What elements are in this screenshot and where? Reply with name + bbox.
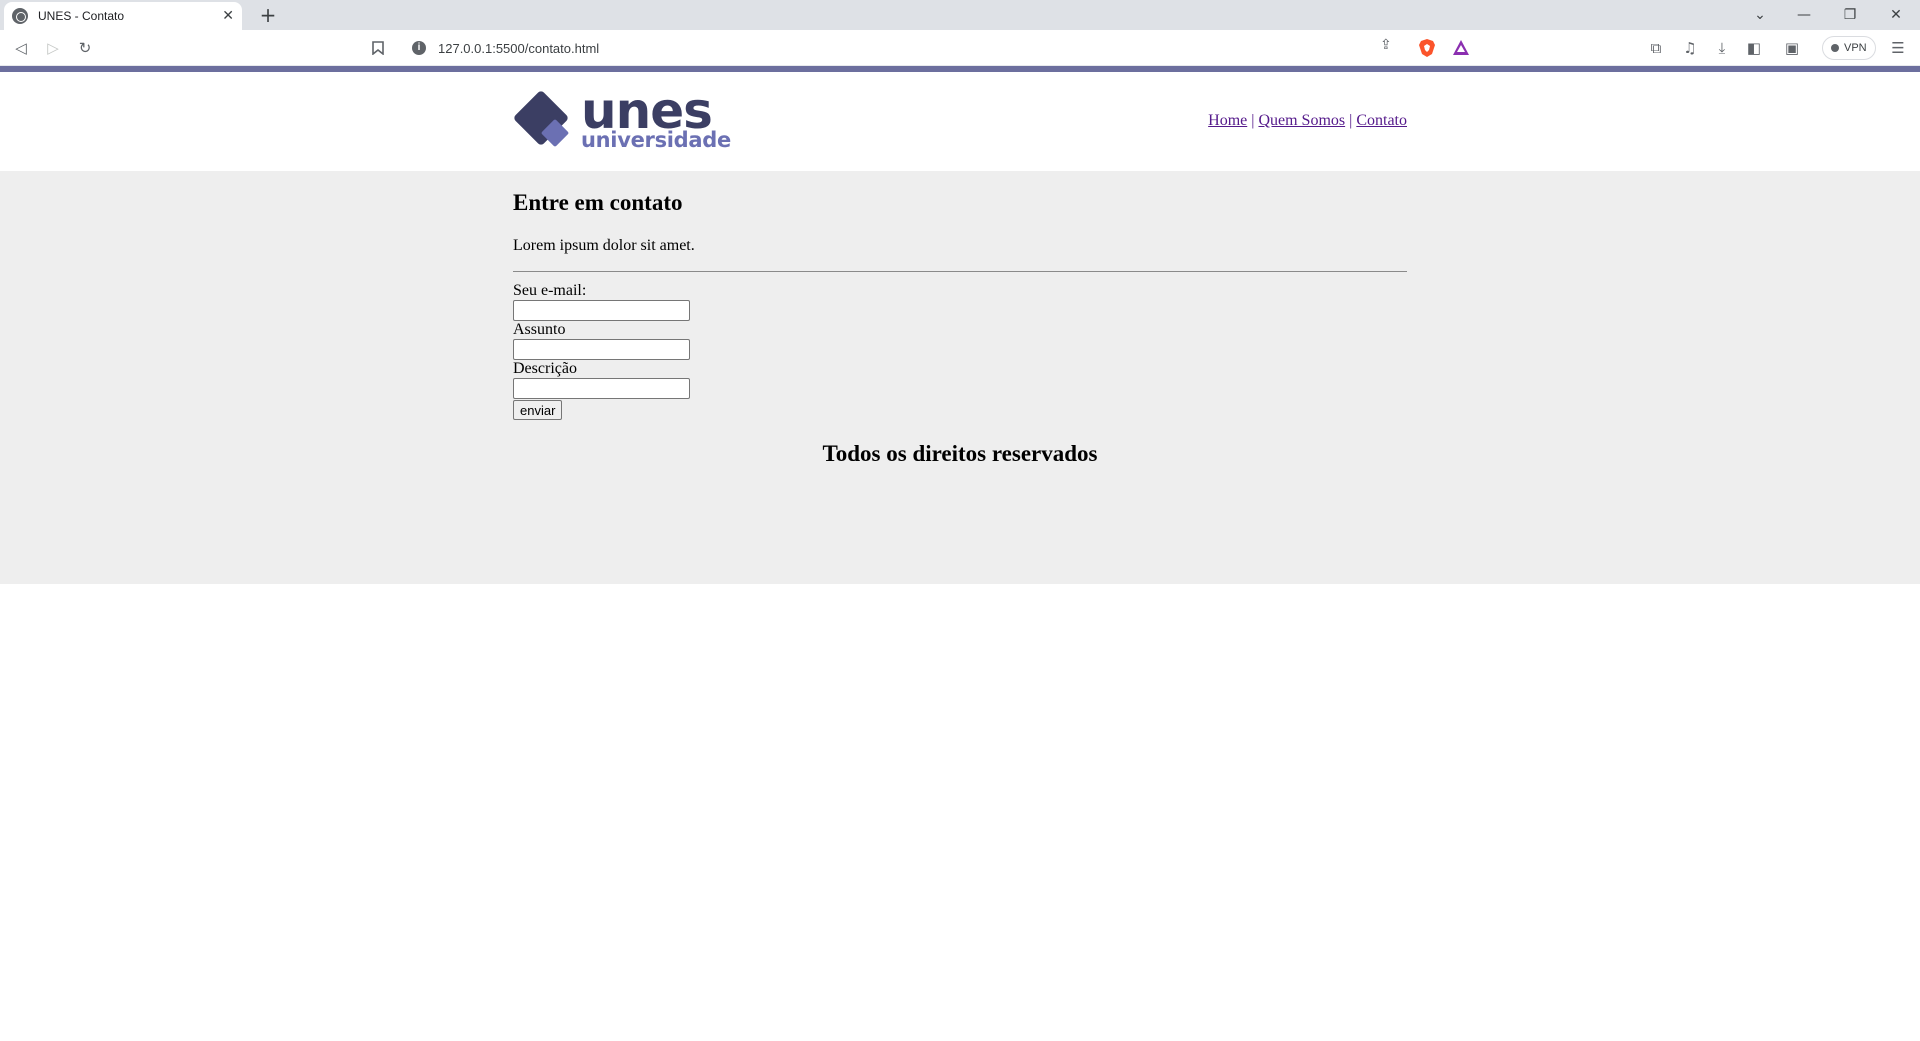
brave-rewards-icon[interactable] xyxy=(1452,39,1470,57)
globe-icon xyxy=(12,8,28,24)
email-label: Seu e-mail: xyxy=(513,282,587,299)
contact-form: Seu e-mail: Assunto Descrição enviar xyxy=(513,282,813,420)
close-icon[interactable]: ✕ xyxy=(222,8,234,24)
description-label: Descrição xyxy=(513,360,577,377)
browser-tab-active[interactable]: UNES - Contato ✕ xyxy=(4,2,242,30)
music-icon[interactable]: ♫ xyxy=(1678,36,1702,60)
back-button[interactable]: ◁ xyxy=(9,36,33,60)
nav-separator: | xyxy=(1349,112,1353,129)
tab-search-icon[interactable]: ⌄ xyxy=(1740,0,1780,30)
minimize-button[interactable]: — xyxy=(1784,0,1824,30)
email-field[interactable] xyxy=(513,300,690,321)
subject-field[interactable] xyxy=(513,339,690,360)
nav-separator: | xyxy=(1251,112,1255,129)
tab-title: UNES - Contato xyxy=(38,9,125,23)
forward-button[interactable]: ▷ xyxy=(41,36,65,60)
wallet-icon[interactable]: ▣ xyxy=(1780,36,1804,60)
main-nav: Home | Quem Somos | Contato xyxy=(1208,112,1407,130)
browser-tab-strip: UNES - Contato ✕ + ⌄ — ❐ ✕ xyxy=(0,0,1920,30)
url-text: 127.0.0.1:5500/contato.html xyxy=(438,40,600,56)
address-bar[interactable]: i 127.0.0.1:5500/contato.html xyxy=(400,34,1480,62)
lead-paragraph: Lorem ipsum dolor sit amet. xyxy=(513,237,695,254)
description-field[interactable] xyxy=(513,378,690,399)
logo-subtitle: universidade xyxy=(581,128,731,152)
new-tab-button[interactable]: + xyxy=(256,3,280,27)
brave-shields-icon[interactable] xyxy=(1418,38,1436,58)
site-logo[interactable]: unes universidade xyxy=(512,82,731,154)
nav-link-contato[interactable]: Contato xyxy=(1356,112,1407,129)
submit-button[interactable]: enviar xyxy=(513,400,563,420)
vpn-button[interactable]: VPN xyxy=(1822,36,1876,60)
nav-link-home[interactable]: Home xyxy=(1208,112,1247,129)
web-page: unes universidade Home | Quem Somos | Co… xyxy=(0,72,1920,1041)
reload-button[interactable]: ↻ xyxy=(73,36,97,60)
extensions-icon[interactable]: ⧉ xyxy=(1644,36,1668,60)
close-window-button[interactable]: ✕ xyxy=(1876,0,1916,30)
site-header: unes universidade Home | Quem Somos | Co… xyxy=(0,72,1920,171)
download-icon[interactable]: ⤓ xyxy=(1710,36,1734,60)
menu-icon[interactable]: ☰ xyxy=(1886,36,1910,60)
nav-link-quem-somos[interactable]: Quem Somos xyxy=(1258,112,1345,129)
main-content-band: Entre em contato Lorem ipsum dolor sit a… xyxy=(0,171,1920,584)
subject-label: Assunto xyxy=(513,321,566,338)
share-icon[interactable]: ⇪ xyxy=(1380,37,1392,53)
browser-toolbar: ◁ ▷ ↻ i 127.0.0.1:5500/contato.html ⇪ ⧉ … xyxy=(0,30,1920,66)
bookmark-icon[interactable] xyxy=(366,36,390,60)
vpn-status-icon xyxy=(1831,44,1839,52)
page-title: Entre em contato xyxy=(513,190,683,215)
vpn-label: VPN xyxy=(1844,42,1867,54)
restore-button[interactable]: ❐ xyxy=(1830,0,1870,30)
divider xyxy=(513,271,1407,272)
site-info-icon[interactable]: i xyxy=(412,41,426,55)
sidebar-icon[interactable]: ◧ xyxy=(1742,36,1766,60)
footer-text: Todos os direitos reservados xyxy=(822,441,1098,466)
